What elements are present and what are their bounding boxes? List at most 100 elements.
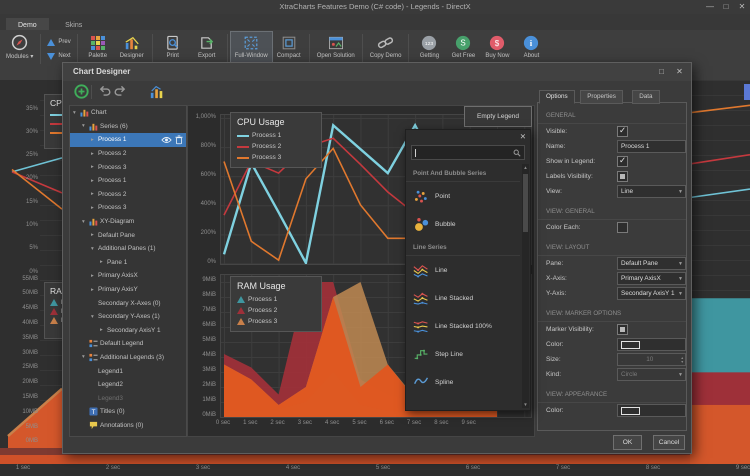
expand-icon[interactable]: ▸ — [91, 232, 98, 238]
ok-button[interactable]: OK — [613, 435, 642, 450]
series-type-spline[interactable]: Spline — [406, 368, 520, 396]
empty-legend-button[interactable]: Empty Legend — [464, 106, 532, 127]
window-close-icon[interactable]: ✕ — [734, 0, 750, 14]
popup-close-icon[interactable]: ✕ — [520, 132, 526, 141]
ribbon-button-open-solution[interactable]: Open Solution — [313, 32, 359, 66]
tree-item-series-6[interactable]: ▾Series (6) — [70, 120, 186, 134]
tree-item-process-1[interactable]: ▸Process 1 — [70, 133, 186, 147]
collapse-icon[interactable]: ▾ — [91, 314, 98, 320]
collapse-icon[interactable]: ▾ — [82, 354, 89, 360]
add-item-button[interactable] — [74, 84, 89, 99]
series-type-bubble[interactable]: Bubble — [406, 210, 520, 238]
cancel-button[interactable]: Cancel — [653, 435, 685, 450]
expand-icon[interactable]: ▸ — [91, 178, 98, 184]
expand-icon[interactable]: ▸ — [91, 205, 98, 211]
series-type-line-stacked-100[interactable]: Line Stacked 100% — [406, 312, 520, 340]
ribbon-button-designer[interactable]: Designer — [115, 32, 149, 66]
ribbon-button-export[interactable]: Export — [190, 32, 224, 66]
collapse-icon[interactable]: ▾ — [91, 246, 98, 252]
series-type-line-stacked[interactable]: Line Stacked — [406, 284, 520, 312]
dialog-titlebar[interactable]: Chart Designer □ ✕ — [63, 63, 691, 81]
name-input[interactable]: Process 1 — [617, 140, 686, 153]
chart-type-button[interactable] — [149, 84, 165, 99]
eye-icon[interactable] — [161, 136, 172, 144]
tree-item-secondary-y-axes-1[interactable]: ▾Secondary Y-Axes (1) — [70, 310, 186, 324]
cpu-usage-legend[interactable]: CPU Usage Process 1Process 2Process 3 — [230, 112, 322, 168]
tree-item-chart[interactable]: ▾Chart — [70, 106, 186, 120]
ribbon-button-compact[interactable]: Compact — [272, 32, 306, 66]
ribbon-button-print[interactable]: Print — [156, 32, 190, 66]
expand-icon[interactable]: ▸ — [100, 327, 107, 333]
color-color-picker[interactable] — [617, 404, 686, 417]
scroll-thumb[interactable] — [523, 174, 528, 232]
series-type-line[interactable]: Line — [406, 256, 520, 284]
expand-icon[interactable]: ▸ — [100, 259, 107, 265]
ribbon-button-next[interactable]: Next — [44, 49, 73, 63]
expand-icon[interactable]: ▸ — [91, 287, 98, 293]
expand-icon[interactable]: ▸ — [91, 151, 98, 157]
color-color-picker[interactable] — [617, 338, 686, 351]
tab-options[interactable]: Options — [539, 90, 575, 104]
series-type-point[interactable]: Point — [406, 182, 520, 210]
scroll-down-icon[interactable]: ▼ — [522, 402, 529, 407]
dialog-close-icon[interactable]: ✕ — [672, 65, 687, 79]
tree-item-annotations-0[interactable]: Annotations (0) — [70, 419, 186, 433]
trash-icon[interactable] — [175, 135, 183, 145]
ribbon-button-full-window[interactable]: Full-Window — [231, 32, 272, 66]
tree-item-xy-diagram[interactable]: ▾XY-Diagram — [70, 215, 186, 229]
view-select[interactable]: Line▼ — [617, 185, 686, 198]
ribbon-button-prev[interactable]: Prev — [44, 35, 73, 49]
expand-icon[interactable]: ▸ — [91, 191, 98, 197]
tree-item-process-3[interactable]: ▸Process 3 — [70, 201, 186, 215]
undo-button[interactable] — [97, 84, 112, 97]
expand-icon[interactable]: ▸ — [91, 273, 98, 279]
scroll-up-icon[interactable]: ▲ — [522, 165, 529, 170]
tree-item-default-legend[interactable]: Default Legend — [70, 337, 186, 351]
window-minimize-icon[interactable]: — — [702, 0, 718, 14]
tree-item-process-2[interactable]: ▸Process 2 — [70, 147, 186, 161]
expand-icon[interactable]: ▸ — [91, 164, 98, 170]
tree-item-primary-axisx[interactable]: ▸Primary AxisX — [70, 269, 186, 283]
tree-item-legend3[interactable]: Legend3 — [70, 391, 186, 405]
tree-item-titles-0[interactable]: TTitles (0) — [70, 405, 186, 419]
tree-item-process-1[interactable]: ▸Process 1 — [70, 174, 186, 188]
tree-item-secondary-axisy-1[interactable]: ▸Secondary AxisY 1 — [70, 324, 186, 338]
tree-item-additional-legends-3[interactable]: ▾Additional Legends (3) — [70, 351, 186, 365]
labels-visibility-checkbox[interactable] — [617, 171, 628, 182]
tree-item-legend1[interactable]: Legend1 — [70, 364, 186, 378]
show-in-legend-checkbox[interactable] — [617, 156, 628, 167]
color-each-checkbox[interactable] — [617, 222, 628, 233]
collapse-icon[interactable]: ▾ — [73, 110, 80, 116]
collapse-icon[interactable]: ▾ — [82, 123, 89, 129]
series-type-step-line[interactable]: Step Line — [406, 340, 520, 368]
tree-item-additional-panes-1[interactable]: ▾Additional Panes (1) — [70, 242, 186, 256]
popup-scrollbar[interactable]: ▲ ▼ — [522, 164, 529, 408]
tree-item-process-3[interactable]: ▸Process 3 — [70, 160, 186, 174]
ribbon-button-get-free[interactable]: SGet Free — [446, 32, 480, 66]
ribbon-button-palette[interactable]: Palette — [81, 32, 115, 66]
ribbon-button-copy-demo[interactable]: Copy Demo — [366, 32, 406, 66]
window-maximize-icon[interactable]: □ — [718, 0, 734, 14]
ribbon-button-buy-now[interactable]: $Buy Now — [480, 32, 514, 66]
dialog-maximize-icon[interactable]: □ — [654, 65, 669, 79]
tree-item-default-pane[interactable]: ▸Default Pane — [70, 228, 186, 242]
visible-checkbox[interactable] — [617, 126, 628, 137]
collapse-icon[interactable]: ▾ — [82, 219, 89, 225]
marker-visibility-checkbox[interactable] — [617, 324, 628, 335]
tree-item-process-2[interactable]: ▸Process 2 — [70, 188, 186, 202]
tab-properties[interactable]: Properties — [580, 90, 623, 104]
ribbon-button-about[interactable]: iAbout — [514, 32, 548, 66]
pane-select[interactable]: Default Pane▼ — [617, 257, 686, 270]
ribbon-button-modules[interactable]: Modules ▾ — [2, 32, 37, 66]
expand-icon[interactable]: ▸ — [91, 137, 98, 143]
x-axis-select[interactable]: Primary AxisX▼ — [617, 272, 686, 285]
y-axis-select[interactable]: Secondary AxisY 1▼ — [617, 287, 686, 300]
tree-item-primary-axisy[interactable]: ▸Primary AxisY — [70, 283, 186, 297]
redo-button[interactable] — [113, 84, 128, 97]
ram-usage-legend[interactable]: RAM Usage Process 1Process 2Process 3 — [230, 276, 322, 332]
tree-item-pane-1[interactable]: ▸Pane 1 — [70, 256, 186, 270]
popup-search-input[interactable] — [411, 145, 525, 160]
tab-data[interactable]: Data — [632, 90, 659, 104]
ribbon-button-getting[interactable]: 123Getting — [412, 32, 446, 66]
tree-item-secondary-x-axes-0[interactable]: Secondary X-Axes (0) — [70, 296, 186, 310]
